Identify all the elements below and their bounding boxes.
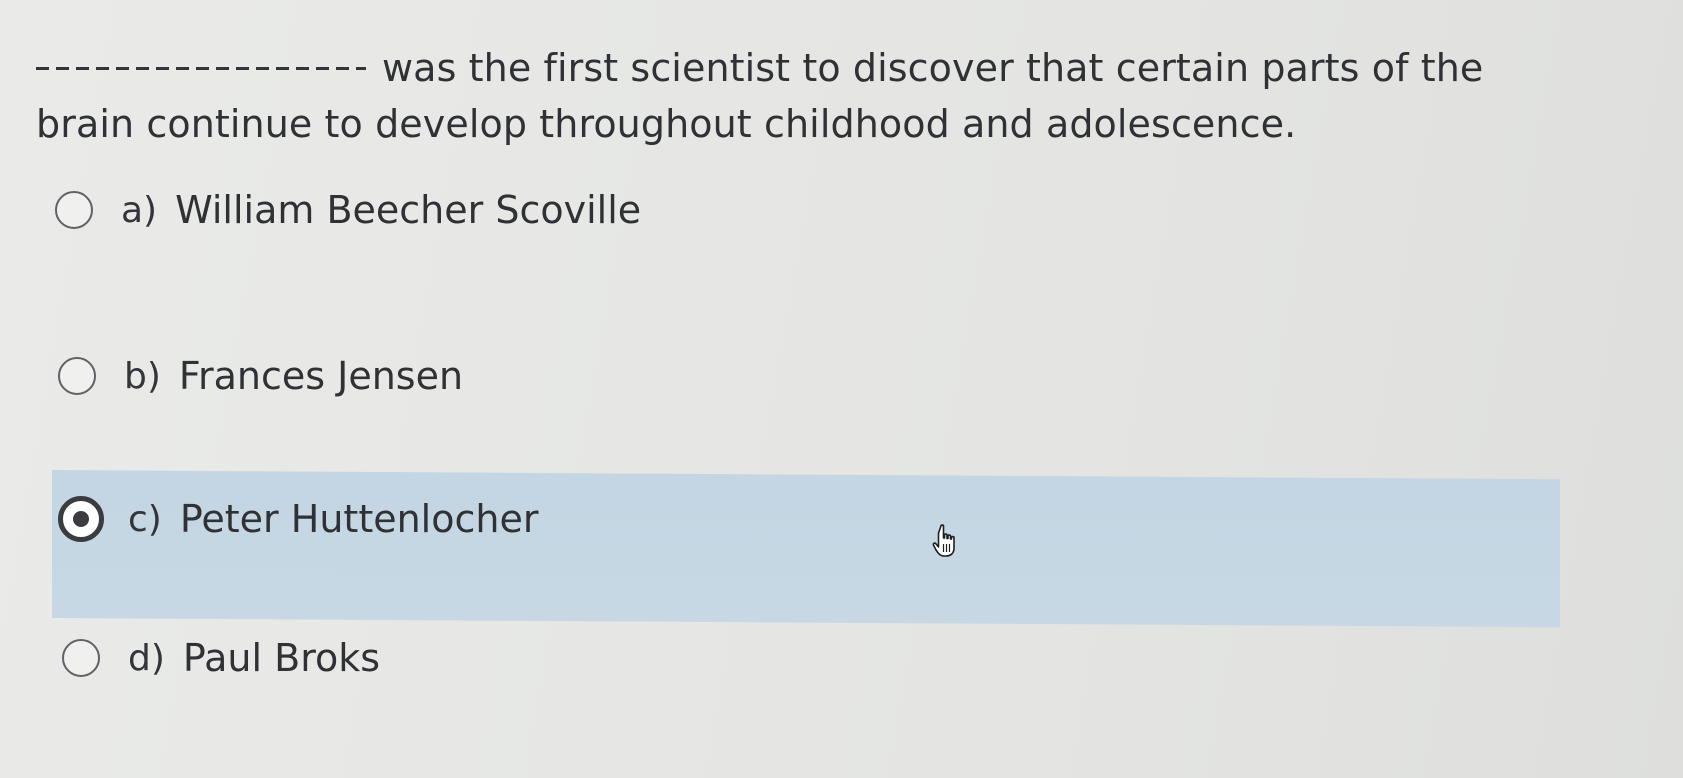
option-label: Peter Huttenlocher bbox=[179, 497, 539, 541]
option-c[interactable]: c) Peter Huttenlocher bbox=[58, 496, 538, 542]
option-letter: a) bbox=[121, 189, 158, 231]
question-text: was the first scientist to discover that… bbox=[36, 46, 1484, 146]
option-label: Paul Broks bbox=[182, 636, 381, 680]
option-label: William Beecher Scoville bbox=[175, 188, 642, 232]
radio-button-a[interactable] bbox=[55, 191, 93, 229]
option-label: Frances Jensen bbox=[178, 354, 464, 398]
selected-option-highlight bbox=[52, 470, 1560, 628]
option-b[interactable]: b) Frances Jensen bbox=[58, 354, 463, 398]
hand-pointer-icon bbox=[932, 524, 955, 557]
radio-button-b[interactable] bbox=[58, 357, 96, 395]
option-letter: c) bbox=[128, 498, 162, 540]
option-letter: d) bbox=[128, 637, 165, 679]
radio-button-c-selected[interactable] bbox=[58, 496, 104, 542]
fill-in-blank bbox=[36, 67, 366, 73]
option-d[interactable]: d) Paul Broks bbox=[62, 636, 380, 680]
question-stem: was the first scientist to discover that… bbox=[36, 40, 1576, 152]
option-letter: b) bbox=[124, 355, 161, 397]
radio-button-d[interactable] bbox=[62, 639, 100, 677]
radio-selected-dot bbox=[73, 511, 89, 527]
option-a[interactable]: a) William Beecher Scoville bbox=[55, 188, 641, 232]
